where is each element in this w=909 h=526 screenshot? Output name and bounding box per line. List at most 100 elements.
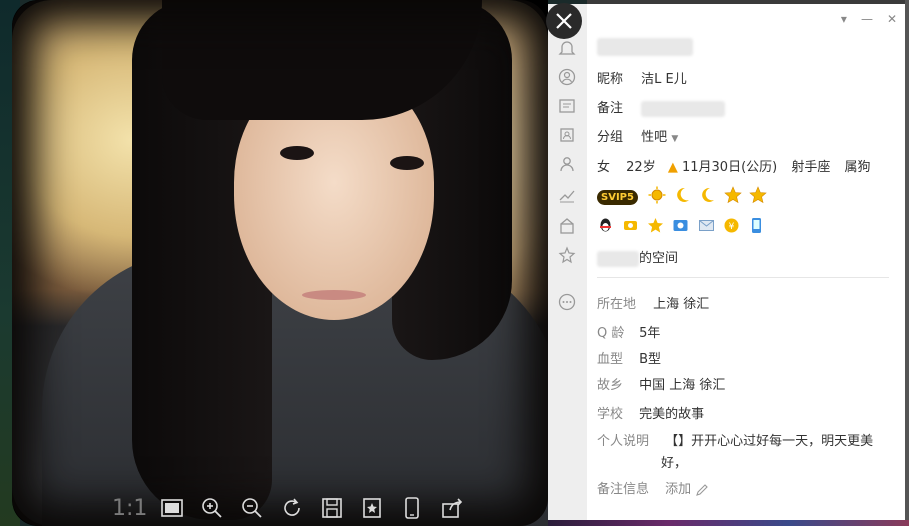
- dropdown-button[interactable]: ▾: [841, 12, 847, 26]
- sun-icon: [648, 186, 666, 208]
- qage-row: Q 龄 5年: [597, 322, 660, 341]
- note-label: 备注信息: [597, 482, 650, 497]
- remark-value-redacted[interactable]: [641, 100, 726, 117]
- star-level-icon: [748, 186, 767, 208]
- group-selector[interactable]: 性吧 ▼: [641, 130, 678, 145]
- nickname-label: 昵称: [597, 72, 624, 87]
- image-viewer: 1:1: [12, 0, 548, 526]
- qzone-name-redacted: [597, 250, 639, 267]
- star-icon: [558, 246, 576, 264]
- user-circle-icon: [558, 68, 576, 86]
- add-note-label: 添加: [665, 482, 692, 497]
- school-row: 学校 完美的故事: [597, 403, 704, 422]
- group-label: 分组: [597, 130, 624, 145]
- bio-label: 个人说明: [597, 434, 650, 449]
- account-number-redacted: [597, 38, 693, 56]
- chinese-zodiac: 属狗: [844, 160, 871, 175]
- rotate-button[interactable]: [278, 494, 306, 522]
- rotate-icon: [284, 498, 300, 516]
- save-icon: [322, 498, 342, 518]
- qage-value: 5年: [639, 326, 661, 341]
- gender: 女: [597, 160, 611, 175]
- cake-icon: ▲: [667, 160, 678, 175]
- blood-label: 血型: [597, 352, 624, 367]
- share-icon: [442, 498, 463, 518]
- group-value: 性吧: [641, 130, 668, 145]
- nickname-value: 洁L E儿: [641, 72, 687, 87]
- zoom-in-button[interactable]: [198, 494, 226, 522]
- location-row: 所在地 上海 徐汇: [597, 293, 709, 312]
- desktop-bottom-strip: [548, 520, 909, 526]
- photo-album-icon[interactable]: [672, 217, 689, 238]
- mobile-icon[interactable]: [748, 217, 765, 238]
- gift-icon: [558, 217, 576, 235]
- profile-icon-column: [548, 4, 587, 524]
- remark-label: 备注: [597, 101, 624, 116]
- chevron-down-icon: ▼: [671, 134, 679, 144]
- moon-icon: [698, 186, 716, 208]
- favorite-star-icon[interactable]: [647, 217, 664, 238]
- basic-info-row: 女 22岁 ▲ 11月30日(公历) 射手座 属狗: [597, 156, 871, 175]
- send-to-phone-button[interactable]: [398, 494, 426, 522]
- fit-screen-icon: [161, 499, 183, 517]
- birthday: 11月30日(公历): [681, 160, 778, 175]
- wallet-icon[interactable]: ¥: [723, 217, 740, 238]
- blood-value: B型: [639, 352, 662, 367]
- location-value: 上海 徐汇: [653, 297, 710, 312]
- school-value: 完美的故事: [639, 407, 705, 422]
- blood-row: 血型 B型: [597, 348, 661, 367]
- mail-icon[interactable]: [698, 217, 715, 238]
- zoom-out-button[interactable]: [238, 494, 266, 522]
- bell-icon: [558, 40, 576, 58]
- bio-row: 个人说明 【】开开心心过好每一天，明天更美: [597, 430, 873, 449]
- actual-size-button[interactable]: 1:1: [112, 496, 147, 521]
- bio-line-2: 好，: [661, 456, 688, 471]
- nickname-row: 昵称 洁L E儿: [597, 68, 687, 87]
- bio-row-continued: 好，: [661, 452, 687, 471]
- hometown-value: 中国 上海 徐汇: [639, 378, 726, 393]
- add-note-button[interactable]: 添加: [665, 482, 709, 497]
- id-card-icon: [558, 97, 576, 115]
- share-button[interactable]: [438, 494, 466, 522]
- phone-icon: [405, 497, 419, 519]
- save-button[interactable]: [318, 494, 346, 522]
- school-label: 学校: [597, 407, 624, 422]
- qq-show-icon[interactable]: [622, 217, 639, 238]
- zodiac: 射手座: [791, 160, 831, 175]
- qzone-row[interactable]: 的空间: [597, 247, 678, 267]
- favorite-icon: [363, 498, 381, 518]
- more-info-icon: [558, 293, 576, 311]
- bio-line-1: 【】开开心心过好每一天，明天更美: [665, 434, 874, 449]
- close-viewer-button[interactable]: [546, 3, 582, 39]
- group-icon: [558, 126, 576, 144]
- svip-badge[interactable]: SVIP5: [597, 189, 638, 205]
- viewer-toolbar: 1:1: [98, 490, 492, 526]
- note-row: 备注信息 添加: [597, 478, 709, 497]
- location-label: 所在地: [597, 297, 637, 312]
- edit-pencil-icon: [696, 483, 709, 496]
- window-controls: ▾ — ✕: [841, 12, 897, 26]
- svg-text:¥: ¥: [728, 222, 734, 232]
- qage-label: Q 龄: [597, 326, 625, 341]
- fit-screen-button[interactable]: [158, 494, 186, 522]
- minimize-button[interactable]: —: [861, 12, 873, 26]
- hometown-label: 故乡: [597, 378, 624, 393]
- photo-vignette: [12, 0, 548, 526]
- level-chart-icon: [558, 186, 576, 204]
- profile-panel: ▾ — ✕ 昵称 洁L E儿 备注 分组 性吧 ▼ 女 22岁 ▲ 11月30日…: [587, 4, 905, 524]
- close-icon: [556, 13, 572, 29]
- group-row: 分组 性吧 ▼: [597, 126, 678, 145]
- right-edge: [905, 0, 909, 526]
- qq-penguin-icon[interactable]: [597, 217, 614, 238]
- zoom-out-icon: [242, 498, 262, 518]
- close-panel-button[interactable]: ✕: [887, 12, 897, 26]
- favorite-button[interactable]: [358, 494, 386, 522]
- svip-badge-label: SVIP5: [601, 191, 634, 203]
- service-icons-row: ¥: [597, 217, 765, 238]
- qzone-link[interactable]: 的空间: [639, 251, 678, 266]
- hometown-row: 故乡 中国 上海 徐汇: [597, 374, 725, 393]
- person-icon: [558, 155, 576, 173]
- account-number: [597, 38, 693, 56]
- zoom-in-icon: [202, 498, 222, 518]
- moon-icon: [673, 186, 691, 208]
